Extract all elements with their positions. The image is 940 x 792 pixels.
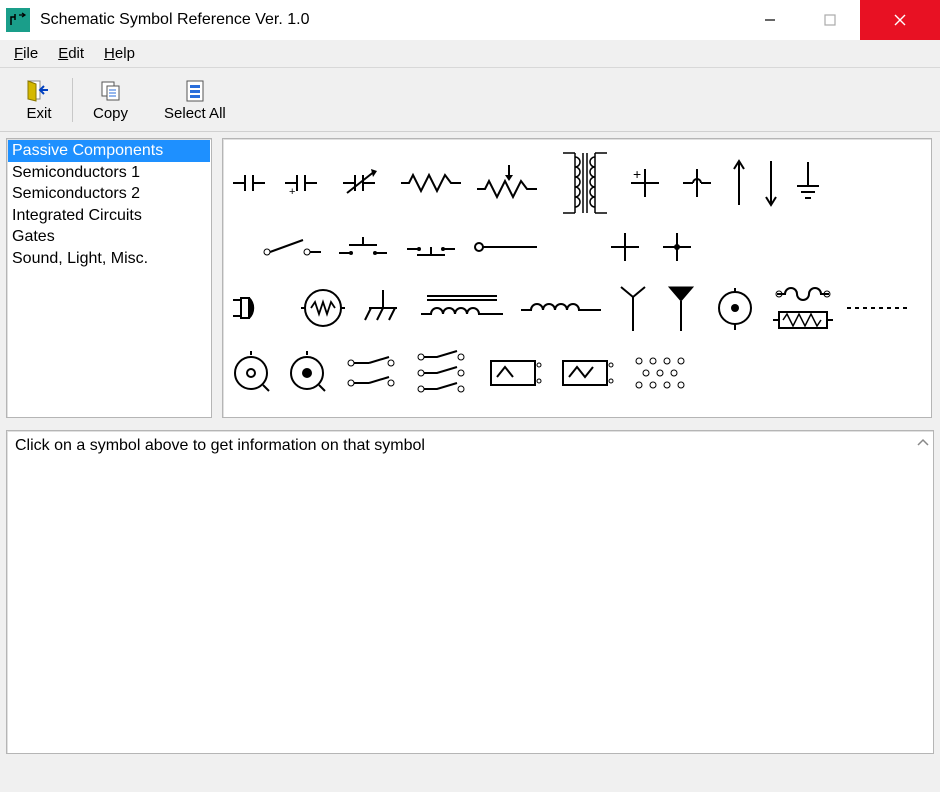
symbol-switch-spst[interactable] <box>259 234 323 260</box>
category-item-ic[interactable]: Integrated Circuits <box>8 205 210 227</box>
info-panel: Click on a symbol above to get informati… <box>6 430 934 754</box>
symbol-antenna-filled[interactable] <box>663 283 699 333</box>
symbol-resistor[interactable] <box>399 168 463 198</box>
symbol-node-cross-4[interactable] <box>657 227 697 267</box>
select-all-label: Select All <box>164 105 226 122</box>
symbol-speaker[interactable] <box>229 286 285 330</box>
app-icon <box>6 8 30 32</box>
category-list[interactable]: Passive Components Semiconductors 1 Semi… <box>6 138 212 418</box>
exit-button[interactable]: Exit <box>8 72 70 127</box>
exit-label: Exit <box>26 105 51 122</box>
menubar: File Edit Help <box>0 40 940 68</box>
window-controls <box>740 0 940 40</box>
symbol-antenna[interactable] <box>615 283 651 333</box>
svg-text:+: + <box>289 186 295 198</box>
select-all-icon <box>184 77 206 105</box>
info-text: Click on a symbol above to get informati… <box>15 437 425 454</box>
menu-help[interactable]: Help <box>94 43 145 64</box>
symbol-arrow-down[interactable] <box>761 157 781 209</box>
select-all-button[interactable]: Select All <box>146 72 244 127</box>
titlebar: Schematic Symbol Reference Ver. 1.0 <box>0 0 940 40</box>
copy-button[interactable]: Copy <box>75 72 146 127</box>
symbol-coax-dot[interactable] <box>285 351 329 395</box>
close-button[interactable] <box>860 0 940 40</box>
symbol-current-source[interactable] <box>711 284 759 332</box>
symbol-node-cross-2[interactable] <box>677 163 717 203</box>
category-item-semi1[interactable]: Semiconductors 1 <box>8 162 210 184</box>
symbol-relay-spdt[interactable] <box>341 353 401 393</box>
category-item-semi2[interactable]: Semiconductors 2 <box>8 183 210 205</box>
menu-file[interactable]: File <box>4 43 48 64</box>
symbol-pushbutton[interactable] <box>335 233 391 261</box>
symbol-fuse[interactable] <box>771 284 835 332</box>
toolbar-separator <box>72 78 73 122</box>
symbol-coax-open[interactable] <box>229 351 273 395</box>
symbol-ground[interactable] <box>793 158 823 208</box>
symbol-lamp[interactable] <box>297 284 349 332</box>
symbol-node-cross-1[interactable]: + <box>625 163 665 203</box>
category-item-passive[interactable]: Passive Components <box>8 140 210 162</box>
menu-edit[interactable]: Edit <box>48 43 94 64</box>
symbol-terminal[interactable] <box>471 237 541 257</box>
symbol-node-cross-3[interactable] <box>605 227 645 267</box>
symbol-capacitor-variable[interactable] <box>337 163 387 203</box>
main-area: Passive Components Semiconductors 1 Semi… <box>0 132 940 422</box>
symbol-switch-nc[interactable] <box>403 233 459 261</box>
symbol-inductor[interactable] <box>519 296 603 320</box>
symbol-ic-pins[interactable] <box>629 351 685 395</box>
copy-icon <box>99 77 123 105</box>
category-item-sound[interactable]: Sound, Light, Misc. <box>8 248 210 270</box>
symbol-transformer[interactable] <box>557 147 613 219</box>
symbol-relay-coil-box-2[interactable] <box>557 353 617 393</box>
exit-icon <box>26 77 52 105</box>
toolbar: Exit Copy Select All <box>0 68 940 132</box>
symbol-wire-dashed[interactable] <box>847 303 907 313</box>
symbol-chassis-ground[interactable] <box>361 286 405 330</box>
window-title: Schematic Symbol Reference Ver. 1.0 <box>40 11 740 29</box>
svg-text:+: + <box>633 166 641 182</box>
symbol-potentiometer[interactable] <box>475 161 545 205</box>
symbol-relay-coil-box[interactable] <box>485 353 545 393</box>
copy-label: Copy <box>93 105 128 122</box>
symbol-panel: + + <box>222 138 932 418</box>
symbol-inductor-core[interactable] <box>417 288 507 328</box>
minimize-button[interactable] <box>740 0 800 40</box>
symbol-relay-3pole[interactable] <box>413 349 473 397</box>
scroll-up-icon[interactable] <box>915 435 931 454</box>
symbol-capacitor-polarized[interactable]: + <box>281 163 325 203</box>
maximize-button[interactable] <box>800 0 860 40</box>
category-item-gates[interactable]: Gates <box>8 226 210 248</box>
symbol-capacitor[interactable] <box>229 163 269 203</box>
symbol-arrow-up[interactable] <box>729 157 749 209</box>
